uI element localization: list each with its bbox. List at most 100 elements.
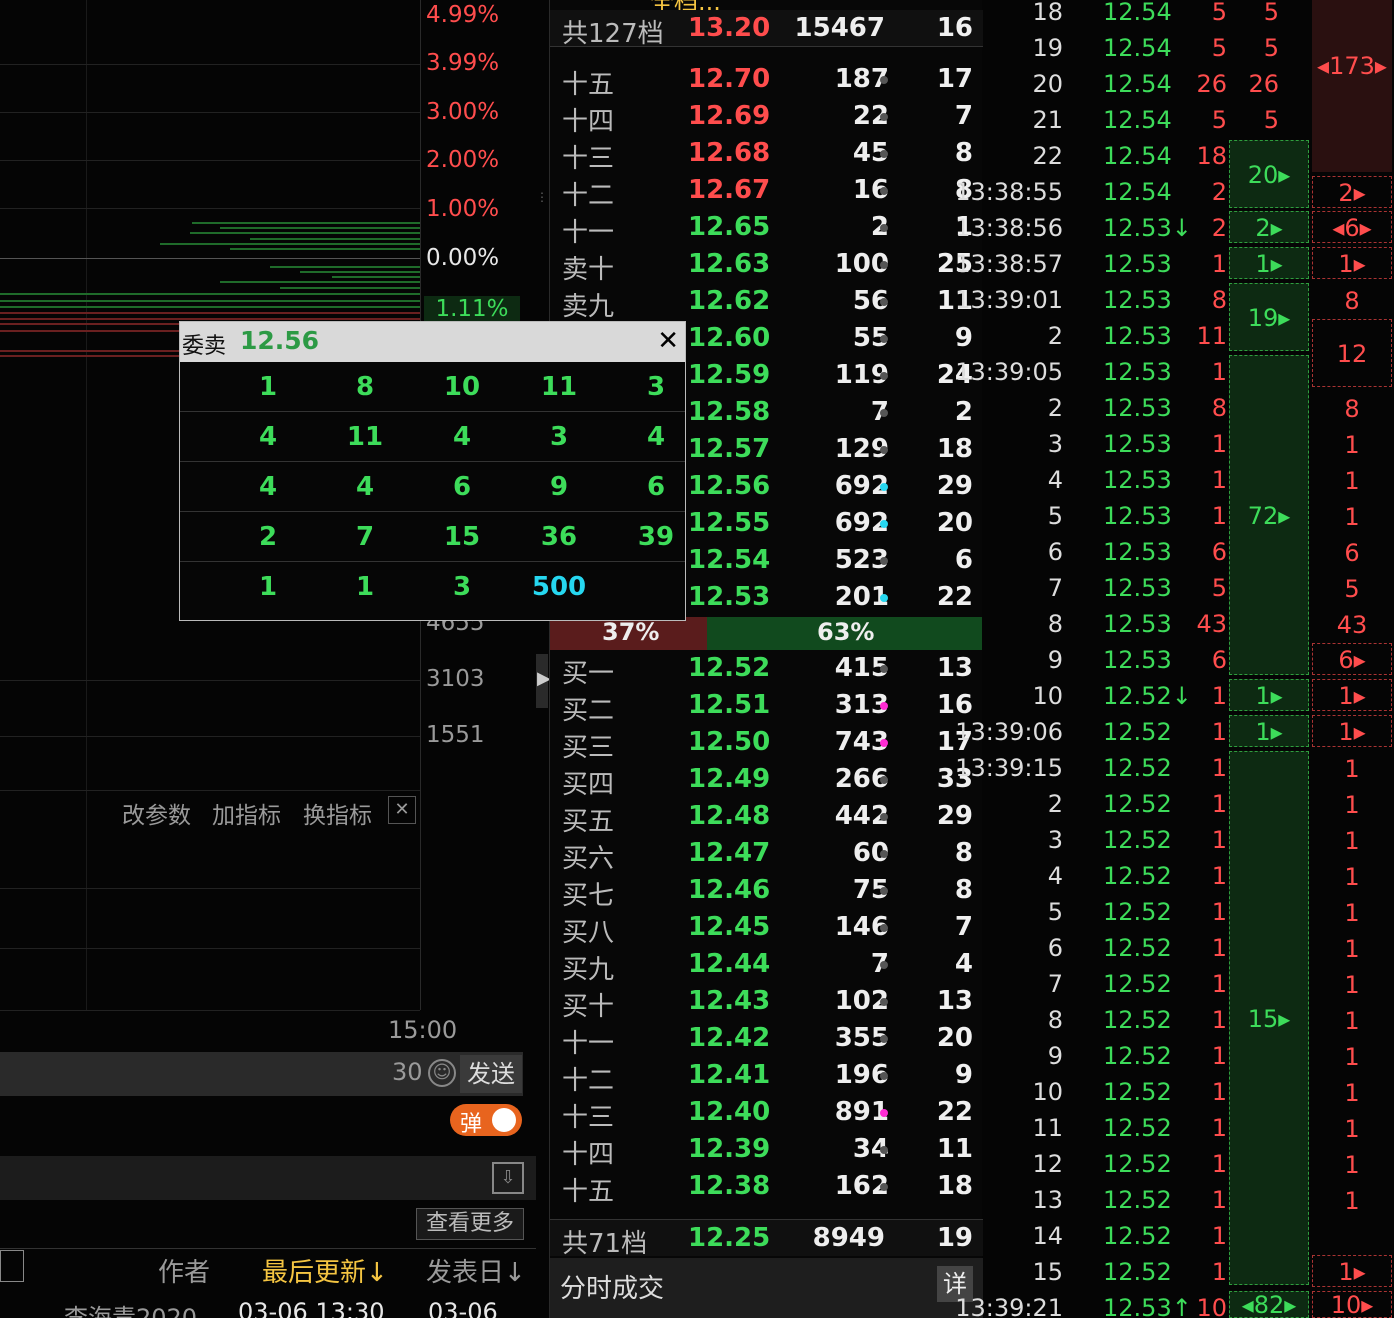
buy-row[interactable]: 买五 12.48 442 29 bbox=[550, 798, 983, 837]
buy-row[interactable]: 买四 12.49 266 33 bbox=[550, 761, 983, 800]
summary-cell[interactable]: 12 bbox=[1312, 319, 1392, 387]
tick-row[interactable]: 20 12.54 26 26 bbox=[983, 68, 1313, 104]
col-last-update[interactable]: 最后更新↓ bbox=[262, 1252, 388, 1289]
popup-toggle[interactable]: 弹 bbox=[450, 1104, 522, 1137]
tick-row[interactable]: 18 12.54 5 5 bbox=[983, 0, 1313, 32]
order-group-box[interactable]: 1▸ bbox=[1229, 679, 1309, 711]
summary-cell[interactable]: 10▸ bbox=[1312, 1291, 1392, 1318]
order-dot-icon[interactable] bbox=[880, 446, 888, 454]
order-dot-icon[interactable] bbox=[880, 1035, 888, 1043]
order-dot-icon[interactable] bbox=[880, 1072, 888, 1080]
order-dot-icon[interactable] bbox=[880, 224, 888, 232]
order-dot-icon[interactable] bbox=[880, 702, 888, 710]
order-dot-icon[interactable] bbox=[880, 665, 888, 673]
order-dot-icon[interactable] bbox=[880, 887, 888, 895]
grid-line bbox=[0, 790, 420, 791]
order-group-box[interactable]: 72▸ bbox=[1229, 355, 1309, 675]
summary-cell[interactable]: 6▸ bbox=[1312, 643, 1392, 675]
collapse-arrow-icon[interactable]: ▶ bbox=[536, 654, 551, 708]
buy-row[interactable]: 买三 12.50 743 17 bbox=[550, 724, 983, 763]
sell-row[interactable]: 十四 12.69 22 7 bbox=[550, 98, 983, 137]
order-dot-icon[interactable] bbox=[880, 335, 888, 343]
order-group-box[interactable]: 2▸ bbox=[1229, 211, 1309, 243]
send-button[interactable]: 发送 bbox=[460, 1055, 522, 1093]
summary-cell[interactable]: 2▸ bbox=[1312, 176, 1392, 208]
summary-cell[interactable]: 1▸ bbox=[1312, 679, 1392, 711]
buy-row[interactable]: 买六 12.47 60 8 bbox=[550, 835, 983, 874]
sell-row[interactable]: 十五 12.70 187 17 bbox=[550, 61, 983, 100]
summary-cell[interactable]: 1▸ bbox=[1312, 247, 1392, 279]
close-icon[interactable]: ✕ bbox=[657, 326, 679, 356]
buy-total-row[interactable]: 共71档 12.25 8949 19 bbox=[550, 1219, 983, 1259]
buy-order-count: 22 bbox=[936, 1097, 973, 1127]
close-icon[interactable]: ✕ bbox=[388, 796, 416, 824]
order-dot-icon[interactable] bbox=[880, 150, 888, 158]
order-dot-icon[interactable] bbox=[880, 998, 888, 1006]
order-dot-icon[interactable] bbox=[880, 924, 888, 932]
order-dot-icon[interactable] bbox=[880, 557, 888, 565]
order-dot-icon[interactable] bbox=[880, 483, 888, 491]
order-group-box[interactable]: 1▸ bbox=[1229, 715, 1309, 747]
sell-row[interactable]: 十一12.6521 bbox=[550, 209, 983, 248]
buy-row[interactable]: 买七 12.46 75 8 bbox=[550, 872, 983, 911]
order-dot-icon[interactable] bbox=[880, 739, 888, 747]
emoji-icon[interactable]: ☺ bbox=[428, 1059, 456, 1087]
col-post-date[interactable]: 发表日↓ bbox=[426, 1252, 526, 1289]
sell-row[interactable]: 十三 12.68 45 8 bbox=[550, 135, 983, 174]
buy-row[interactable]: 十五 12.38 162 18 bbox=[550, 1168, 983, 1207]
order-dot-icon[interactable] bbox=[880, 520, 888, 528]
order-dot-icon[interactable] bbox=[880, 261, 888, 269]
queue-cell: 6 bbox=[452, 472, 472, 502]
order-dot-icon[interactable] bbox=[880, 372, 888, 380]
tick-row[interactable]: 21 12.54 5 5 bbox=[983, 104, 1313, 140]
sell-row[interactable]: 卖十 12.63 100 25 bbox=[550, 246, 983, 285]
buy-row[interactable]: 十四 12.39 34 11 bbox=[550, 1131, 983, 1170]
popup-header[interactable]: 委卖 12.56 ✕ bbox=[180, 322, 685, 362]
summary-cell[interactable]: 1▸ bbox=[1312, 1255, 1392, 1287]
checkbox[interactable] bbox=[0, 1250, 24, 1282]
order-dot-icon[interactable] bbox=[880, 813, 888, 821]
splitter-handle[interactable]: ⋮⋮ bbox=[536, 190, 560, 226]
buy-row[interactable]: 买九12.4474 bbox=[550, 946, 983, 985]
order-dot-icon[interactable] bbox=[880, 113, 888, 121]
order-dot-icon[interactable] bbox=[880, 409, 888, 417]
order-dot-icon[interactable] bbox=[880, 776, 888, 784]
order-group-box[interactable]: 20▸ bbox=[1229, 140, 1309, 208]
buy-row[interactable]: 十一 12.42 355 20 bbox=[550, 1020, 983, 1059]
buy-row[interactable]: 十二 12.41 196 9 bbox=[550, 1057, 983, 1096]
view-more-button[interactable]: 查看更多 bbox=[416, 1208, 524, 1240]
tick-volume: 8 bbox=[1211, 394, 1227, 422]
buy-row[interactable]: 买一 12.52 415 13 bbox=[550, 650, 983, 689]
buy-row[interactable]: 十三 12.40 891 22 bbox=[550, 1094, 983, 1133]
download-icon[interactable]: ⇩ bbox=[492, 1162, 524, 1194]
buy-row[interactable]: 买十 12.43 102 13 bbox=[550, 983, 983, 1022]
order-group-box[interactable]: 19▸ bbox=[1229, 283, 1309, 351]
summary-cell[interactable]: 1▸ bbox=[1312, 715, 1392, 747]
order-group-box[interactable]: 15▸ bbox=[1229, 751, 1309, 1285]
switch-indicator-button[interactable]: 换指标 bbox=[303, 796, 372, 830]
order-dot-icon[interactable] bbox=[880, 961, 888, 969]
queue-cell: 9 bbox=[549, 472, 569, 502]
col-author[interactable]: 作者 bbox=[158, 1252, 210, 1289]
order-dot-icon[interactable] bbox=[880, 1183, 888, 1191]
sell-row[interactable]: 十二 12.67 16 8 bbox=[550, 172, 983, 211]
order-dot-icon[interactable] bbox=[880, 850, 888, 858]
order-dot-icon[interactable] bbox=[880, 187, 888, 195]
order-dot-icon[interactable] bbox=[880, 1109, 888, 1117]
buy-row[interactable]: 买二 12.51 313 16 bbox=[550, 687, 983, 726]
order-group-box[interactable]: 1▸ bbox=[1229, 247, 1309, 279]
order-group-box[interactable]: ◂82▸ bbox=[1229, 1291, 1309, 1318]
ask-queue-popup[interactable]: 委卖 12.56 ✕ 1 8 10 11 3 4 11 4 3 4 4 4 6 9 6 2 7 15 36 39 1 1 3… bbox=[179, 321, 686, 621]
order-dot-icon[interactable] bbox=[880, 594, 888, 602]
tick-row[interactable]: 19 12.54 5 5 bbox=[983, 32, 1313, 68]
sell-row[interactable]: 卖九 12.62 56 11 bbox=[550, 283, 983, 322]
sell-total-row[interactable]: 共127档 13.20 15467 16 bbox=[550, 10, 983, 49]
order-dot-icon[interactable] bbox=[880, 298, 888, 306]
order-dot-icon[interactable] bbox=[880, 76, 888, 84]
summary-cell[interactable]: ◂6▸ bbox=[1312, 211, 1392, 243]
add-indicator-button[interactable]: 加指标 bbox=[212, 796, 281, 830]
row-author[interactable]: 李海青2020 bbox=[64, 1298, 197, 1318]
order-dot-icon[interactable] bbox=[880, 1146, 888, 1154]
buy-row[interactable]: 买八 12.45 146 7 bbox=[550, 909, 983, 948]
modify-params-button[interactable]: 改参数 bbox=[122, 796, 191, 830]
